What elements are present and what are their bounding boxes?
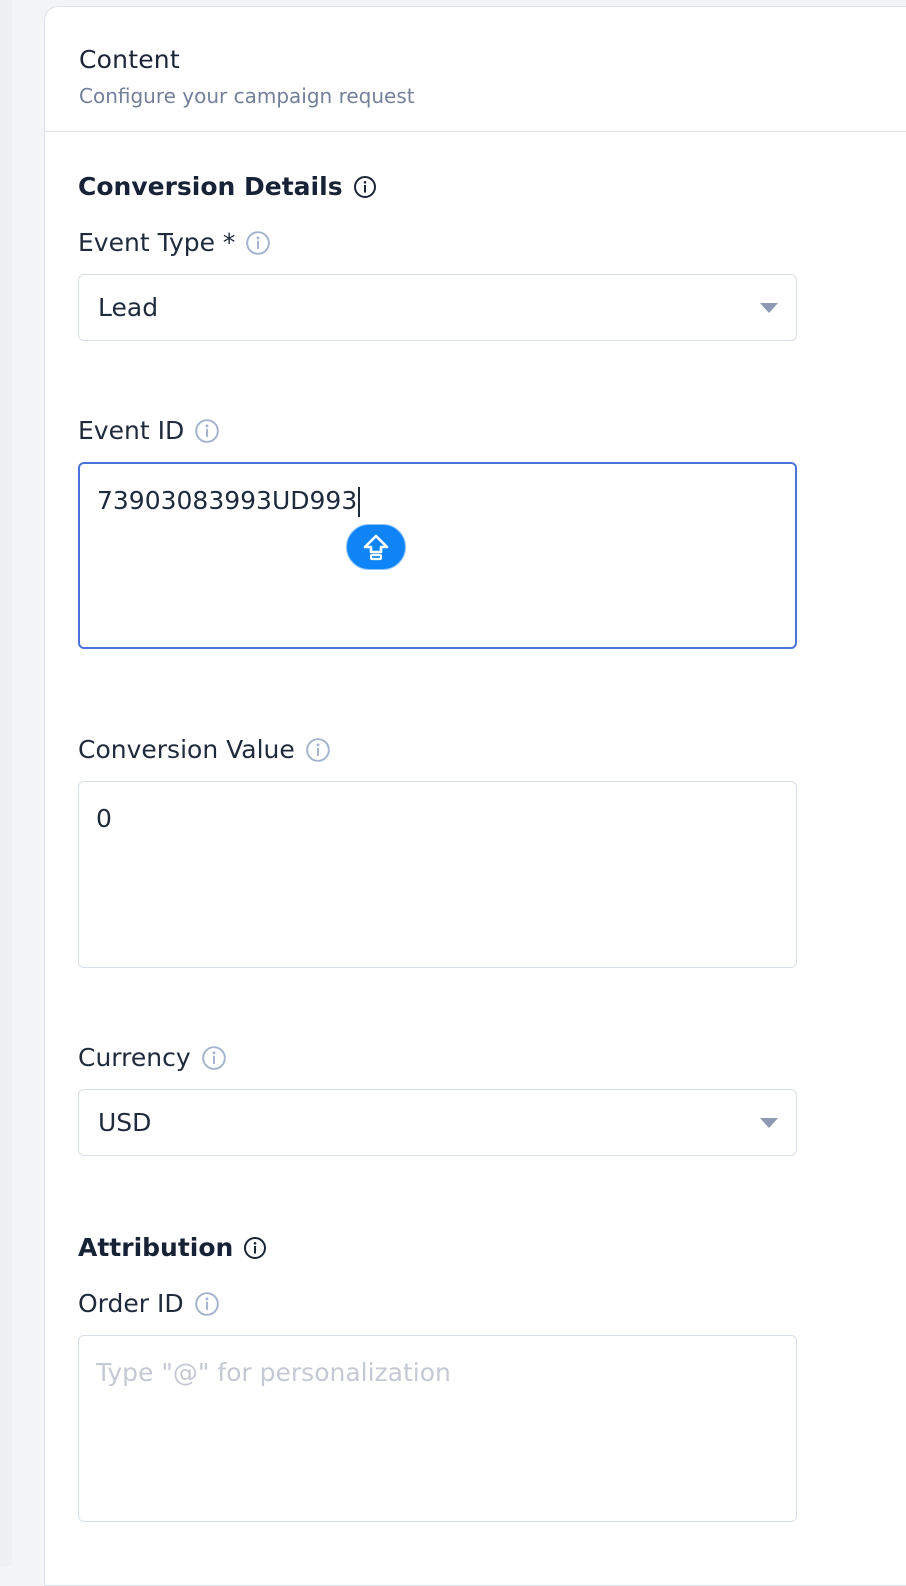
event-type-label: Event Type * <box>78 228 271 257</box>
event-id-label-text: Event ID <box>78 416 185 445</box>
info-icon[interactable] <box>194 418 220 444</box>
order-id-placeholder: Type "@" for personalization <box>96 1358 451 1387</box>
conversion-value-textarea[interactable]: 0 <box>78 781 797 968</box>
info-icon[interactable] <box>353 175 377 199</box>
left-sidebar-edge <box>0 0 12 1566</box>
currency-label-text: Currency <box>78 1043 191 1072</box>
info-icon[interactable] <box>194 1291 220 1317</box>
info-icon[interactable] <box>305 737 331 763</box>
attribution-heading: Attribution <box>78 1233 267 1262</box>
event-id-value: 73903083993UD993 <box>97 486 358 515</box>
text-cursor <box>358 487 360 517</box>
conversion-value-value: 0 <box>96 804 112 833</box>
info-icon[interactable] <box>243 1236 267 1260</box>
card-title: Content <box>79 45 180 74</box>
shift-arrow-icon <box>363 534 389 561</box>
content-card: Content Configure your campaign request … <box>44 6 906 1586</box>
event-type-value: Lead <box>98 293 159 322</box>
event-id-label: Event ID <box>78 416 220 445</box>
attribution-title: Attribution <box>78 1233 234 1262</box>
currency-select[interactable]: USD <box>78 1089 797 1156</box>
event-id-textarea[interactable]: 73903083993UD993 <box>78 462 797 649</box>
caret-down-icon <box>760 302 778 313</box>
info-icon[interactable] <box>245 230 271 256</box>
order-id-textarea[interactable]: Type "@" for personalization <box>78 1335 797 1522</box>
conversion-details-title: Conversion Details <box>78 172 343 201</box>
keyboard-shift-badge[interactable] <box>346 524 406 570</box>
conversion-value-label: Conversion Value <box>78 735 331 764</box>
currency-value: USD <box>98 1108 152 1137</box>
currency-label: Currency <box>78 1043 227 1072</box>
order-id-label-text: Order ID <box>78 1289 184 1318</box>
order-id-label: Order ID <box>78 1289 220 1318</box>
card-header: Content Configure your campaign request <box>45 7 906 132</box>
event-type-select[interactable]: Lead <box>78 274 797 341</box>
conversion-value-label-text: Conversion Value <box>78 735 295 764</box>
event-type-label-text: Event Type * <box>78 228 236 257</box>
caret-down-icon <box>760 1117 778 1128</box>
conversion-details-heading: Conversion Details <box>78 172 377 201</box>
info-icon[interactable] <box>201 1045 227 1071</box>
card-subtitle: Configure your campaign request <box>79 84 415 108</box>
